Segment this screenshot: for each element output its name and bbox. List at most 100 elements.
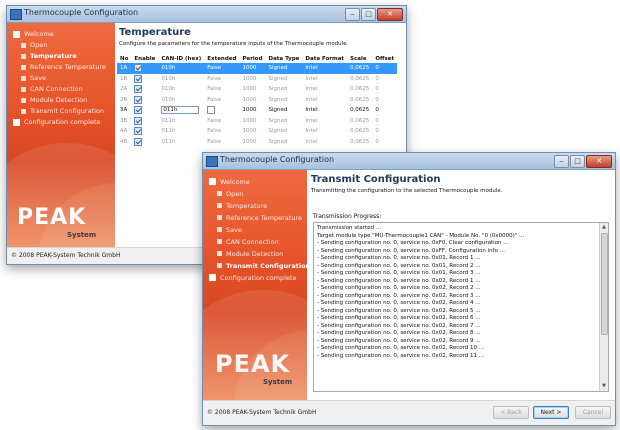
- minimize-button[interactable]: ‒: [345, 8, 360, 21]
- scroll-thumb[interactable]: [601, 233, 608, 335]
- enable-checkbox[interactable]: [134, 95, 143, 104]
- cell-enable: [131, 105, 158, 116]
- log-line: - Sending configuration no. 0, service n…: [317, 352, 485, 359]
- table-row[interactable]: 1A 010h False 1000 Signed Intel 0,0625 0: [117, 63, 398, 74]
- wizard-footer: © 2008 PEAK-System Technik GmbH < Back N…: [203, 400, 615, 425]
- cell-period: 1000: [242, 117, 257, 124]
- step-marker-icon: [21, 54, 26, 59]
- transmission-log[interactable]: Transmission started ... Target module ty…: [313, 222, 609, 392]
- table-row[interactable]: 3A 011h 1000 Signed Intel 0,0625 0: [117, 105, 397, 116]
- table-row[interactable]: 1B 010h False 1000 Signed Intel 0,0625 0: [117, 74, 397, 85]
- cell-period: 1000: [242, 96, 257, 103]
- step-welcome[interactable]: Welcome: [13, 29, 106, 40]
- enable-checkbox[interactable]: [134, 127, 143, 136]
- enable-checkbox[interactable]: [134, 64, 143, 73]
- cell-period: 1000: [242, 107, 257, 114]
- step-welcome[interactable]: Welcome: [209, 176, 307, 188]
- page-description: Transmitting the configuration to the se…: [311, 188, 503, 194]
- step-module-detection[interactable]: Module Detection: [209, 248, 307, 260]
- step-transmit-configuration[interactable]: Transmit Configuration: [209, 260, 307, 272]
- step-can-connection[interactable]: CAN Connection: [13, 84, 106, 95]
- cell-period: 1000: [242, 138, 257, 145]
- step-label: Save: [30, 74, 46, 82]
- cell-scale: 0,0625: [350, 107, 370, 114]
- step-save[interactable]: Save: [13, 73, 106, 84]
- enable-checkbox[interactable]: [134, 116, 143, 125]
- page-description: Configure the parameters for the tempera…: [119, 41, 349, 47]
- title-bar[interactable]: Thermocouple Configuration ‒ □ ✕: [203, 153, 615, 170]
- peak-logo-subtitle: System: [263, 378, 293, 386]
- cell-data-type: Signed: [265, 63, 303, 74]
- step-transmit-configuration[interactable]: Transmit Configuration: [13, 106, 106, 117]
- cell-extended: False: [207, 138, 222, 145]
- wizard-steps: Welcome Open Temperature Reference Temperat…: [209, 176, 307, 284]
- step-marker-icon: [21, 65, 26, 70]
- log-line: - Sending configuration no. 0, service n…: [317, 262, 481, 269]
- table-row[interactable]: 2A 010h False 1000 Signed Intel 0,0625 0: [117, 84, 397, 95]
- enable-checkbox[interactable]: [134, 74, 143, 83]
- page-title: Temperature: [119, 27, 191, 38]
- step-marker-icon: [217, 239, 222, 244]
- enable-checkbox[interactable]: [134, 106, 143, 115]
- cell-data-type: Signed: [268, 117, 288, 124]
- log-line: - Sending configuration no. 0, service n…: [317, 255, 481, 261]
- back-button[interactable]: < Back: [493, 406, 529, 419]
- close-button[interactable]: ✕: [377, 8, 403, 21]
- step-save[interactable]: Save: [209, 224, 307, 236]
- column-header-period: Period: [242, 55, 263, 62]
- can-id-input[interactable]: 011h: [161, 106, 200, 115]
- log-line: - Sending configuration no. 0, service n…: [317, 270, 481, 276]
- next-button[interactable]: Next >: [533, 406, 569, 419]
- app-icon: [206, 156, 218, 167]
- table-header-row: No Enable CAN-ID (hex) Extended Period Data T…: [117, 54, 397, 63]
- peak-logo: PEAK: [215, 350, 291, 378]
- cell-no: 3B: [120, 117, 128, 124]
- step-marker-icon: [21, 76, 26, 81]
- step-open[interactable]: Open: [209, 188, 307, 200]
- cell-extended: [204, 105, 239, 116]
- cell-enable: [131, 84, 158, 95]
- maximize-button[interactable]: □: [570, 155, 585, 168]
- log-scrollbar[interactable]: ▲ ▼: [599, 223, 608, 391]
- step-label: Configuration complete: [220, 274, 297, 282]
- step-label: CAN Connection: [226, 238, 279, 246]
- maximize-button[interactable]: □: [361, 8, 376, 21]
- log-line: - Sending configuration no. 0, service n…: [317, 277, 481, 284]
- enable-checkbox[interactable]: [134, 85, 143, 94]
- step-module-detection[interactable]: Module Detection: [13, 95, 106, 106]
- table-row[interactable]: 4B 011h False 1000 Signed Intel 0,0625 0: [117, 137, 397, 148]
- table-row[interactable]: 3B 011h False 1000 Signed Intel 0,0625 0: [117, 116, 397, 127]
- step-temperature[interactable]: Temperature: [13, 51, 106, 62]
- enable-checkbox[interactable]: [134, 137, 143, 146]
- cell-data-format: Intel: [305, 75, 318, 82]
- step-configuration-complete[interactable]: Configuration complete: [13, 117, 106, 128]
- cell-offset: 0: [375, 138, 379, 145]
- cell-extended: False: [207, 75, 222, 82]
- step-label: Open: [226, 190, 244, 198]
- minimize-button[interactable]: ‒: [554, 155, 569, 168]
- step-label: Configuration complete: [24, 118, 101, 126]
- step-marker-icon: [217, 191, 222, 196]
- wizard-sidebar: Welcome Open Temperature Reference Temperat…: [203, 170, 307, 400]
- step-marker-icon: [21, 43, 26, 48]
- step-configuration-complete[interactable]: Configuration complete: [209, 272, 307, 284]
- table-row[interactable]: 2B 010h False 1000 Signed Intel 0,0625 0: [117, 95, 397, 106]
- step-temperature[interactable]: Temperature: [209, 200, 307, 212]
- step-label: Transmit Configuration: [226, 262, 307, 270]
- step-can-connection[interactable]: CAN Connection: [209, 236, 307, 248]
- wizard-content: Transmit Configuration Transmitting the …: [307, 170, 615, 400]
- close-button[interactable]: ✕: [586, 155, 612, 168]
- extended-checkbox[interactable]: [207, 106, 216, 115]
- cancel-button[interactable]: Cancel: [575, 406, 611, 419]
- step-marker-icon: [217, 203, 222, 208]
- title-bar[interactable]: Thermocouple Configuration ‒ □ ✕: [7, 6, 406, 23]
- scroll-up-icon[interactable]: ▲: [601, 224, 607, 231]
- log-line: - Sending configuration no. 0, service n…: [317, 247, 505, 254]
- scroll-down-icon[interactable]: ▼: [601, 383, 607, 390]
- log-line: - Sending configuration no. 0, service n…: [317, 285, 481, 291]
- step-reference-temperature[interactable]: Reference Temperature: [13, 62, 106, 73]
- cell-can-id: 010h: [161, 86, 176, 93]
- step-reference-temperature[interactable]: Reference Temperature: [209, 212, 307, 224]
- step-open[interactable]: Open: [13, 40, 106, 51]
- table-row[interactable]: 4A 011h False 1000 Signed Intel 0,0625 0: [117, 126, 397, 137]
